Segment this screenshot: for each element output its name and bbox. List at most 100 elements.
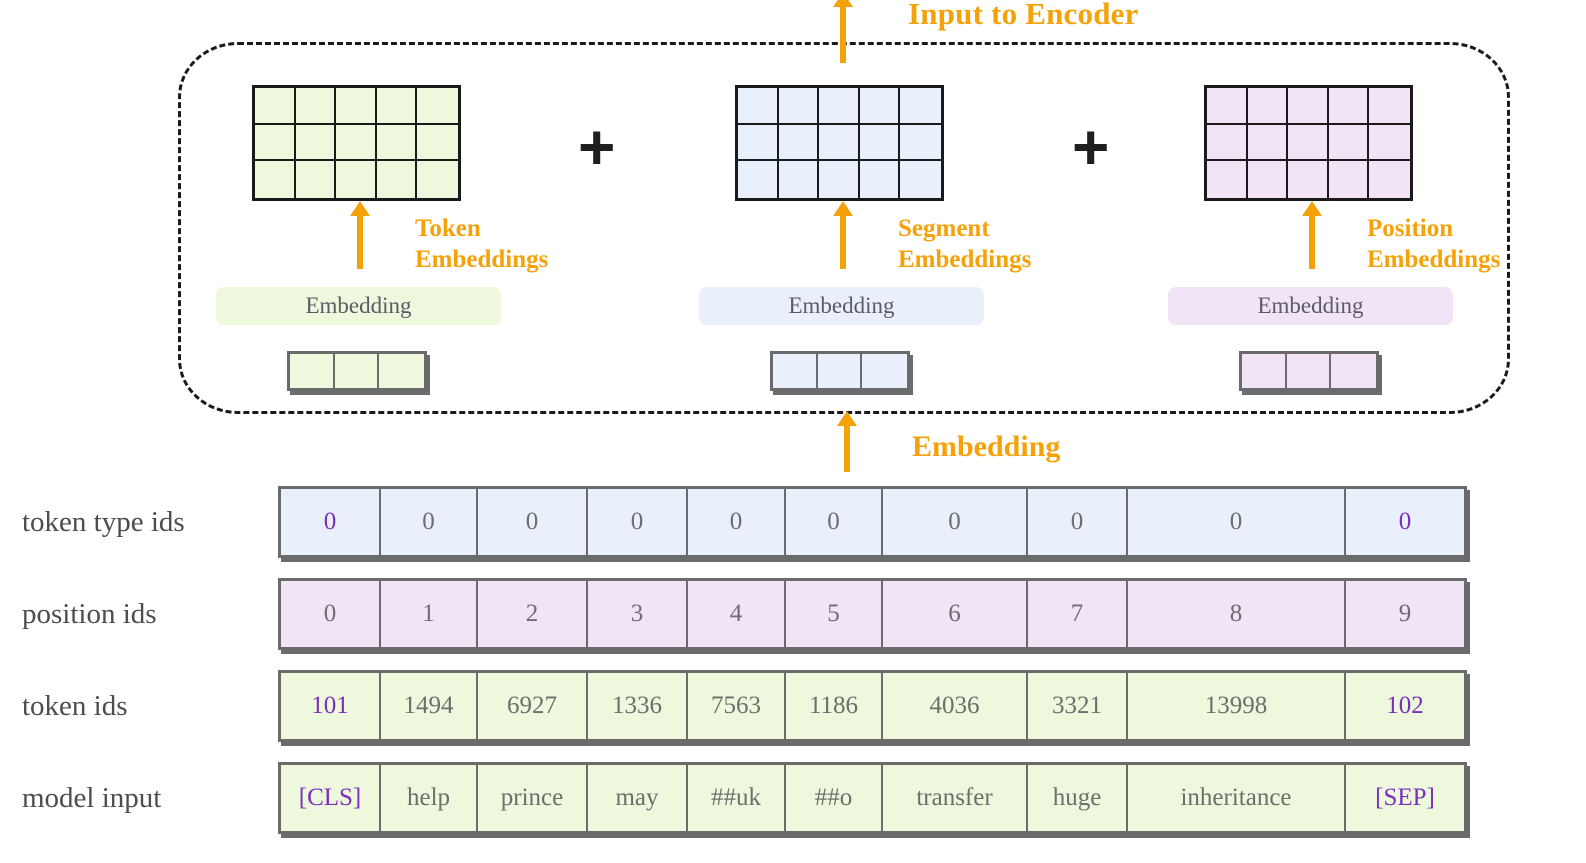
token-embeddings-label-line1: Token: [415, 215, 481, 242]
position-embeddings-matrix: [1204, 85, 1413, 201]
row-label-token-ids: token ids: [22, 690, 128, 722]
matrix-cell: [336, 124, 377, 162]
table-cell: [CLS]: [281, 765, 381, 831]
position-input-strip: [1239, 351, 1379, 391]
matrix-cell: [296, 161, 337, 198]
token-embeddings-matrix: [252, 85, 461, 201]
strip-cell: [335, 354, 380, 388]
matrix-cell: [1207, 124, 1248, 162]
row-cells: [CLS] help prince may ##uk ##o transfer huge inh…: [278, 762, 1467, 834]
token-embedding-pill: Embedding: [216, 287, 501, 325]
plus-operator-2: +: [1072, 111, 1110, 183]
position-embedding-pill: Embedding: [1168, 287, 1453, 325]
matrix-cell: [376, 124, 418, 162]
matrix-cell: [336, 161, 377, 198]
table-cell: transfer: [883, 765, 1028, 831]
matrix-cell: [1247, 88, 1289, 125]
table-cell: 0: [1028, 489, 1128, 555]
strip-cell: [290, 354, 335, 388]
embedding-caption: Embedding: [912, 430, 1061, 463]
plus-operator-1: +: [578, 111, 616, 183]
matrix-cell: [1288, 88, 1329, 125]
row-label-model-input: model input: [22, 782, 162, 814]
table-cell: 0: [478, 489, 588, 555]
matrix-cell: [738, 124, 779, 162]
strip-cell: [773, 354, 818, 388]
table-cell: 0: [281, 489, 381, 555]
table-cell: 6: [883, 581, 1028, 647]
matrix-cell: [1288, 161, 1329, 198]
table-cell: may: [588, 765, 688, 831]
matrix-cell: [860, 161, 901, 198]
segment-embeddings-label-line1: Segment: [898, 215, 990, 242]
strip-cell: [1287, 354, 1332, 388]
table-cell: 5: [786, 581, 883, 647]
matrix-cell: [859, 124, 901, 162]
matrix-cell: [900, 161, 941, 198]
matrix-cell: [295, 124, 337, 162]
segment-embeddings-label-line2: Embeddings: [898, 245, 1032, 273]
table-cell: 1336: [588, 673, 688, 739]
position-embeddings-label-line1: Position: [1367, 215, 1454, 242]
table-cell: 7563: [688, 673, 786, 739]
encoder-region: Input to Encoder Token Embeddings Embedd…: [0, 0, 1586, 480]
segment-embedding-pill: Embedding: [699, 287, 984, 325]
segment-embeddings-column: Segment Embeddings Embedding: [699, 0, 1133, 420]
table-cell: 9: [1346, 581, 1464, 647]
table-cell: prince: [478, 765, 588, 831]
matrix-cell: [1247, 124, 1289, 162]
matrix-cell: [1207, 88, 1248, 125]
matrix-cell: [376, 88, 418, 125]
matrix-cell: [779, 161, 820, 198]
table-cell: ##o: [786, 765, 883, 831]
segment-input-strip: [770, 351, 910, 391]
token-input-strip: [287, 351, 427, 391]
strip-cell: [1331, 354, 1376, 388]
matrix-cell: [778, 88, 820, 125]
position-embeddings-label: Position Embeddings: [1367, 214, 1500, 275]
segment-embeddings-matrix: [735, 85, 944, 201]
matrix-cell: [738, 88, 779, 125]
table-cell: 0: [883, 489, 1028, 555]
table-cell: huge: [1028, 765, 1128, 831]
matrix-cell: [1369, 161, 1410, 198]
row-cells: 0000000000: [278, 486, 1467, 558]
matrix-cell: [417, 161, 458, 198]
matrix-cell: [778, 124, 820, 162]
matrix-cell: [1369, 88, 1410, 125]
matrix-cell: [900, 125, 941, 162]
table-cell: 1186: [786, 673, 883, 739]
table-cell: 102: [1346, 673, 1464, 739]
table-cell: 0: [1128, 489, 1346, 555]
token-embeddings-label: Token Embeddings: [415, 214, 548, 275]
matrix-cell: [1328, 88, 1370, 125]
matrix-cell: [377, 161, 418, 198]
segment-embeddings-label: Segment Embeddings: [898, 214, 1031, 275]
table-cell: 0: [381, 489, 478, 555]
matrix-cell: [819, 124, 860, 162]
table-cell: 0: [281, 581, 381, 647]
table-cell: 13998: [1128, 673, 1346, 739]
strip-cell: [379, 354, 424, 388]
strip-cell: [1242, 354, 1287, 388]
matrix-cell: [859, 88, 901, 125]
table-cell: 8: [1128, 581, 1346, 647]
table-cell: [SEP]: [1346, 765, 1464, 831]
matrix-cell: [255, 161, 296, 198]
token-embeddings-column: Token Embeddings Embedding: [216, 0, 650, 420]
table-cell: 7: [1028, 581, 1128, 647]
table-cell: 0: [688, 489, 786, 555]
table-cell: 4036: [883, 673, 1028, 739]
matrix-cell: [1248, 161, 1289, 198]
table-cell: 2: [478, 581, 588, 647]
matrix-cell: [1329, 161, 1370, 198]
strip-cell: [818, 354, 863, 388]
matrix-cell: [1369, 125, 1410, 162]
matrix-cell: [819, 161, 860, 198]
table-cell: 3321: [1028, 673, 1128, 739]
position-embeddings-label-line2: Embeddings: [1367, 245, 1501, 273]
matrix-cell: [900, 88, 941, 125]
matrix-cell: [738, 161, 779, 198]
strip-cell: [862, 354, 907, 388]
matrix-cell: [255, 124, 296, 162]
